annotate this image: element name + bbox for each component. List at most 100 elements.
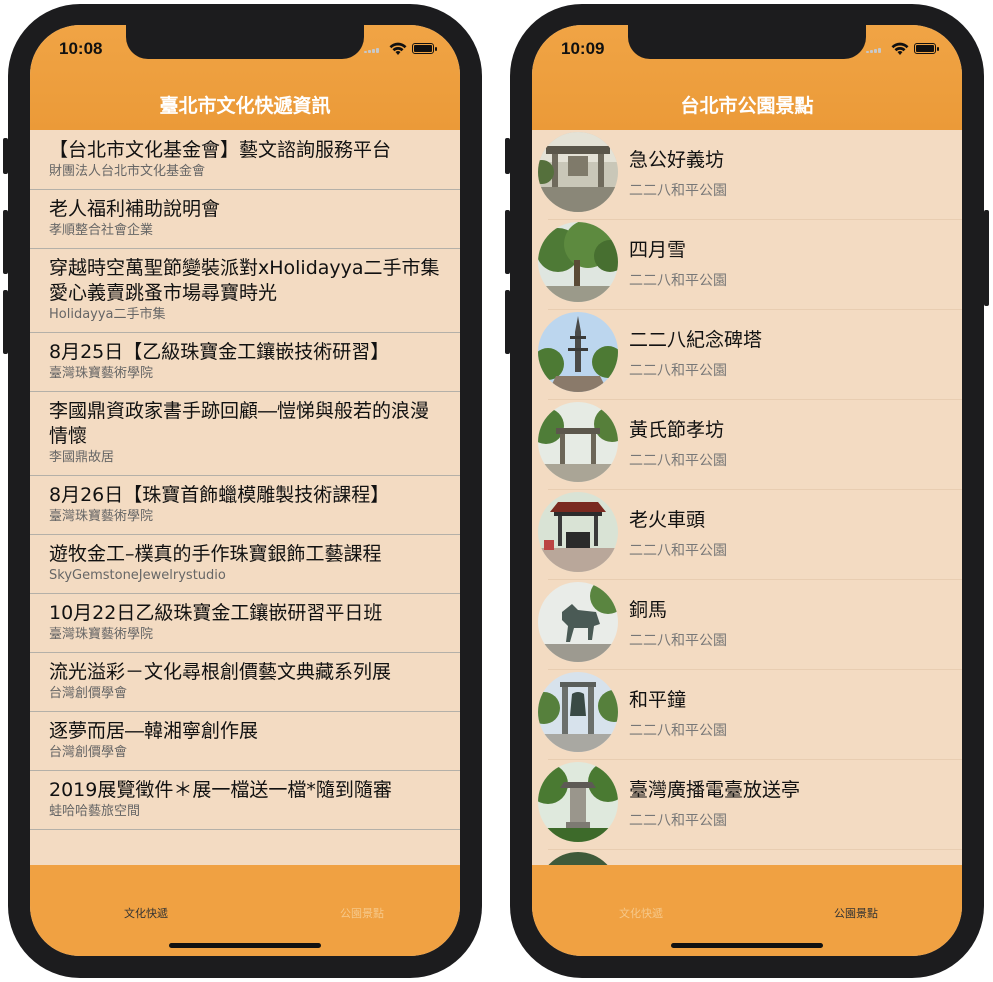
sight-photo [538,852,618,865]
event-title: 10月22日乙級珠寶金工鑲嵌研習平日班 [49,602,383,624]
sight-park: 二二八和平公園 [629,183,727,199]
list-item[interactable]: 遊牧金工–樸真的手作珠寶銀飾工藝課程 SkyGemstoneJewelrystu… [30,535,460,594]
notch [126,25,364,59]
list-item[interactable]: 8月25日【乙級珠寶金工鑲嵌技術研習】 臺灣珠寶藝術學院 [30,333,460,392]
tab-park-sights[interactable]: 公園景點 [806,905,906,921]
list-item[interactable]: 10月22日乙級珠寶金工鑲嵌研習平日班 臺灣珠寶藝術學院 [30,594,460,653]
sight-name: 急公好義坊 [629,149,725,171]
list-item[interactable]: 流光溢彩－文化尋根創價藝文典藏系列展 台灣創價學會 [30,653,460,712]
volume-down-button [505,290,510,354]
event-title: 8月25日【乙級珠寶金工鑲嵌技術研習】 [49,341,390,363]
event-organizer: 財團法人台北市文化基金會 [49,164,206,179]
event-organizer: Holidayya二手市集 [49,307,166,322]
event-title: 遊牧金工–樸真的手作珠寶銀飾工藝課程 [49,543,382,565]
sight-photo [538,582,618,662]
event-organizer: 台灣創價學會 [49,745,128,760]
sight-name: 臺灣廣播電臺放送亭 [629,779,801,801]
tab-bar: 文化快遞 公園景點 [30,865,460,956]
sight-park: 二二八和平公園 [629,273,727,289]
list-item[interactable] [532,850,962,865]
event-title: 穿越時空萬聖節變裝派對xHolidayya二手市集愛心義賣跳蚤市場尋寶時光 [49,257,440,304]
event-title: 【台北市文化基金會】藝文諮詢服務平台 [49,139,392,161]
wifi-icon [389,42,407,55]
list-item[interactable]: 銅馬 二二八和平公園 [532,580,962,670]
home-indicator[interactable] [169,943,321,948]
list-item[interactable]: 黃氏節孝坊 二二八和平公園 [532,400,962,490]
mute-switch [505,138,510,174]
event-title: 逐夢而居―韓湘寧創作展 [49,720,259,742]
sight-name: 銅馬 [629,599,668,621]
notch [628,25,866,59]
tab-culture-express[interactable]: 文化快遞 [591,905,691,921]
status-icons [358,41,438,57]
sight-name: 四月雪 [629,239,687,261]
list-item[interactable]: 2019展覽徵件＊展一檔送一檔*隨到隨審 蛙哈哈藝旅空間 [30,771,460,830]
park-sight-list: 急公好義坊 二二八和平公園 四月雪 二二八和平公園 二二八紀念碑塔 二二八和平公… [532,130,962,865]
sight-name: 老火車頭 [629,509,706,531]
sight-park: 二二八和平公園 [629,453,727,469]
list-item[interactable]: 急公好義坊 二二八和平公園 [532,130,962,220]
battery-icon [914,43,939,54]
sight-photo [538,222,618,302]
list-item[interactable]: 【台北市文化基金會】藝文諮詢服務平台 財團法人台北市文化基金會 [30,130,460,190]
volume-up-button [3,210,8,274]
signal-icon [364,48,382,53]
right-phone-frame: 10:09 台北市公園景點 急公好義坊 二二八和平公園 四月雪 二二八和平公園 … [505,4,989,978]
sight-park: 二二八和平公園 [629,813,727,829]
event-organizer: 臺灣珠寶藝術學院 [49,627,154,642]
status-icons [860,41,940,57]
sight-park: 二二八和平公園 [629,363,727,379]
sight-park: 二二八和平公園 [629,543,727,559]
sight-name: 二二八紀念碑塔 [629,329,763,351]
list-item[interactable]: 和平鐘 二二八和平公園 [532,670,962,760]
status-time: 10:08 [59,39,103,58]
sight-photo [538,402,618,482]
sight-photo [538,492,618,572]
list-item[interactable]: 李國鼎資政家書手跡回顧―愷悌與般若的浪漫情懷 李國鼎故居 [30,392,460,476]
event-title: 老人福利補助說明會 [49,198,221,220]
list-item[interactable]: 穿越時空萬聖節變裝派對xHolidayya二手市集愛心義賣跳蚤市場尋寶時光 Ho… [30,249,460,333]
sight-name: 和平鐘 [629,689,687,711]
event-organizer: SkyGemstoneJewelrystudio [49,568,226,583]
tab-culture-express[interactable]: 文化快遞 [96,905,196,921]
list-item[interactable]: 逐夢而居―韓湘寧創作展 台灣創價學會 [30,712,460,771]
sight-photo [538,672,618,752]
page-title: 台北市公園景點 [680,95,814,117]
list-item[interactable]: 二二八紀念碑塔 二二八和平公園 [532,310,962,400]
sight-name: 黃氏節孝坊 [629,419,725,441]
navigation-bar: 10:09 台北市公園景點 [532,25,962,130]
list-item[interactable]: 臺灣廣播電臺放送亭 二二八和平公園 [532,760,962,850]
event-organizer: 台灣創價學會 [49,686,128,701]
sight-photo [538,312,618,392]
left-phone-frame: 10:08 臺北市文化快遞資訊 【台北市文化基金會】藝文諮詢服務平台 財團法人台… [3,4,482,978]
list-item[interactable]: 四月雪 二二八和平公園 [532,220,962,310]
event-organizer: 李國鼎故居 [49,450,115,465]
culture-event-list: 【台北市文化基金會】藝文諮詢服務平台 財團法人台北市文化基金會 老人福利補助說明… [30,130,460,865]
sight-park: 二二八和平公園 [629,633,727,649]
event-title: 2019展覽徵件＊展一檔送一檔*隨到隨審 [49,779,392,801]
volume-down-button [3,290,8,354]
page-title: 臺北市文化快遞資訊 [159,95,331,117]
volume-up-button [505,210,510,274]
status-time: 10:09 [561,39,605,58]
event-title: 流光溢彩－文化尋根創價藝文典藏系列展 [49,661,392,683]
power-button [984,210,989,306]
sight-park: 二二八和平公園 [629,723,727,739]
signal-icon [866,48,884,53]
event-organizer: 蛙哈哈藝旅空間 [49,804,141,819]
list-item[interactable]: 老火車頭 二二八和平公園 [532,490,962,580]
event-title: 8月26日【珠寶首飾蠟模雕製技術課程】 [49,484,390,506]
list-item[interactable]: 老人福利補助說明會 孝順整合社會企業 [30,190,460,249]
wifi-icon [891,42,909,55]
navigation-bar: 10:08 臺北市文化快遞資訊 [30,25,460,130]
battery-icon [412,43,437,54]
list-item[interactable]: 8月26日【珠寶首飾蠟模雕製技術課程】 臺灣珠寶藝術學院 [30,476,460,535]
event-title: 李國鼎資政家書手跡回顧―愷悌與般若的浪漫情懷 [49,400,430,447]
tab-park-sights[interactable]: 公園景點 [312,905,412,921]
home-indicator[interactable] [671,943,823,948]
event-organizer: 臺灣珠寶藝術學院 [49,509,154,524]
mute-switch [3,138,8,174]
sight-photo [538,132,618,212]
tab-bar: 文化快遞 公園景點 [532,865,962,956]
right-screen: 10:09 台北市公園景點 急公好義坊 二二八和平公園 四月雪 二二八和平公園 … [532,25,962,956]
